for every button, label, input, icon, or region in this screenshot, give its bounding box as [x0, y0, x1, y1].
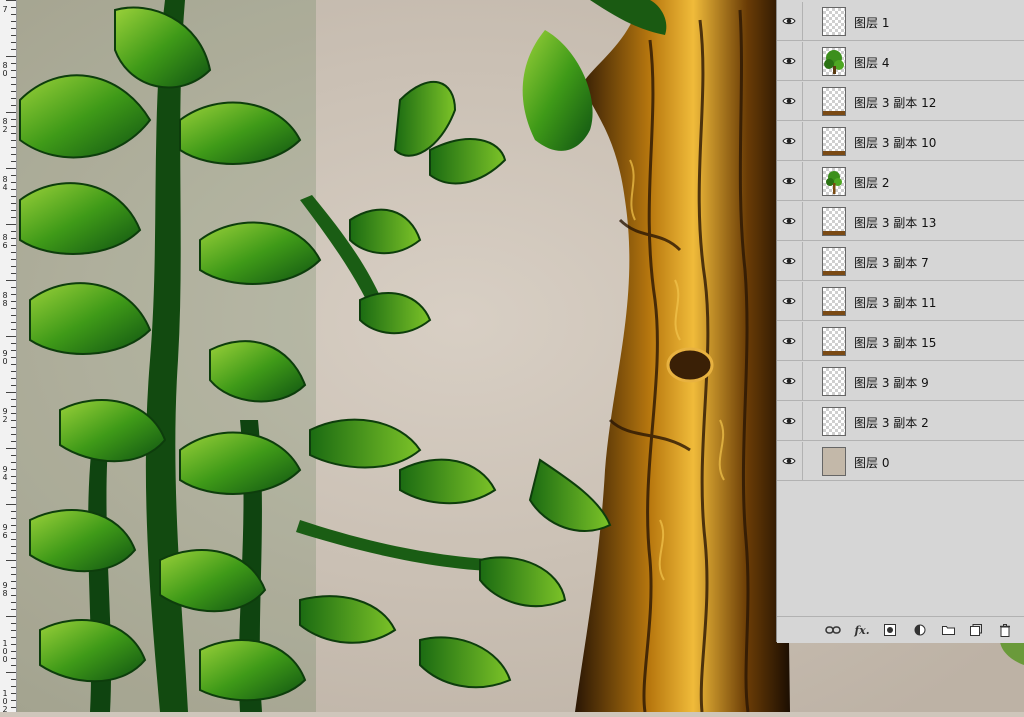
ruler-label: 80 — [2, 61, 8, 78]
layer-name[interactable]: 图层 3 副本 7 — [854, 254, 929, 271]
layer-name[interactable]: 图层 0 — [854, 454, 889, 471]
ruler-label: 98 — [2, 581, 8, 598]
ruler-label: 90 — [2, 349, 8, 366]
visibility-eye-icon[interactable] — [777, 322, 803, 361]
layer-row[interactable]: 图层 3 副本 10 — [777, 122, 1024, 161]
layer-thumbnail[interactable] — [822, 7, 846, 36]
layers-panel-footer: fx. — [777, 616, 1024, 643]
layer-thumbnail[interactable] — [822, 167, 846, 196]
layer-name[interactable]: 图层 1 — [854, 14, 889, 31]
fx-icon[interactable]: fx. — [853, 621, 871, 639]
layer-thumbnail[interactable] — [822, 287, 846, 316]
visibility-eye-icon[interactable] — [777, 122, 803, 161]
visibility-eye-icon[interactable] — [777, 362, 803, 401]
layer-name[interactable]: 图层 2 — [854, 174, 889, 191]
layer-thumbnail[interactable] — [822, 87, 846, 116]
ruler-label: 88 — [2, 291, 8, 308]
layer-thumbnail[interactable] — [822, 327, 846, 356]
ruler-label: 7 — [2, 5, 8, 14]
visibility-eye-icon[interactable] — [777, 242, 803, 281]
ruler-label: 96 — [2, 523, 8, 540]
layer-name[interactable]: 图层 3 副本 11 — [854, 294, 936, 311]
visibility-eye-icon[interactable] — [777, 282, 803, 321]
folder-icon[interactable] — [939, 621, 957, 639]
layer-name[interactable]: 图层 3 副本 9 — [854, 374, 929, 391]
layer-row[interactable]: 图层 3 副本 9 — [777, 362, 1024, 401]
layer-name[interactable]: 图层 3 副本 2 — [854, 414, 929, 431]
layers-panel[interactable]: 图层 1 图层 4 图层 3 副本 12 图层 3 副本 10 图层 2 图层 3 副本 … — [776, 0, 1024, 643]
layer-row[interactable]: 图层 1 — [777, 2, 1024, 41]
layer-thumbnail[interactable] — [822, 367, 846, 396]
layer-row[interactable]: 图层 3 副本 15 — [777, 322, 1024, 361]
layer-row[interactable]: 图层 4 — [777, 42, 1024, 81]
visibility-eye-icon[interactable] — [777, 442, 803, 481]
visibility-eye-icon[interactable] — [777, 162, 803, 201]
layer-row[interactable]: 图层 3 副本 13 — [777, 202, 1024, 241]
visibility-eye-icon[interactable] — [777, 82, 803, 121]
layer-thumbnail[interactable] — [822, 407, 846, 436]
ruler-label: 86 — [2, 233, 8, 250]
layer-row[interactable]: 图层 0 — [777, 442, 1024, 481]
ruler-label: 92 — [2, 407, 8, 424]
vertical-ruler[interactable]: 7 80 82 84 86 88 90 92 94 96 98 100 102 — [0, 0, 17, 714]
layer-name[interactable]: 图层 3 副本 12 — [854, 94, 936, 111]
layer-row[interactable]: 图层 3 副本 7 — [777, 242, 1024, 281]
trash-icon[interactable] — [996, 621, 1014, 639]
ruler-label: 102 — [2, 689, 8, 714]
ruler-label: 82 — [2, 117, 8, 134]
layer-name[interactable]: 图层 3 副本 15 — [854, 334, 936, 351]
layer-thumbnail[interactable] — [822, 447, 846, 476]
layer-row[interactable]: 图层 2 — [777, 162, 1024, 201]
layer-thumbnail[interactable] — [822, 207, 846, 236]
layer-row[interactable]: 图层 3 副本 2 — [777, 402, 1024, 441]
ruler-label: 84 — [2, 175, 8, 192]
layer-name[interactable]: 图层 4 — [854, 54, 889, 71]
visibility-eye-icon[interactable] — [777, 2, 803, 41]
layer-name[interactable]: 图层 3 副本 10 — [854, 134, 936, 151]
link-icon[interactable] — [824, 621, 842, 639]
visibility-eye-icon[interactable] — [777, 42, 803, 81]
visibility-eye-icon[interactable] — [777, 402, 803, 441]
layer-row[interactable]: 图层 3 副本 12 — [777, 82, 1024, 121]
visibility-eye-icon[interactable] — [777, 202, 803, 241]
ruler-label: 94 — [2, 465, 8, 482]
ruler-label: 100 — [2, 639, 8, 664]
layer-thumbnail[interactable] — [822, 47, 846, 76]
layer-row[interactable]: 图层 3 副本 11 — [777, 282, 1024, 321]
layer-name[interactable]: 图层 3 副本 13 — [854, 214, 936, 231]
mask-icon[interactable] — [881, 621, 899, 639]
new-layer-icon[interactable] — [967, 621, 985, 639]
adjustment-icon[interactable] — [911, 621, 929, 639]
layer-thumbnail[interactable] — [822, 127, 846, 156]
layer-thumbnail[interactable] — [822, 247, 846, 276]
